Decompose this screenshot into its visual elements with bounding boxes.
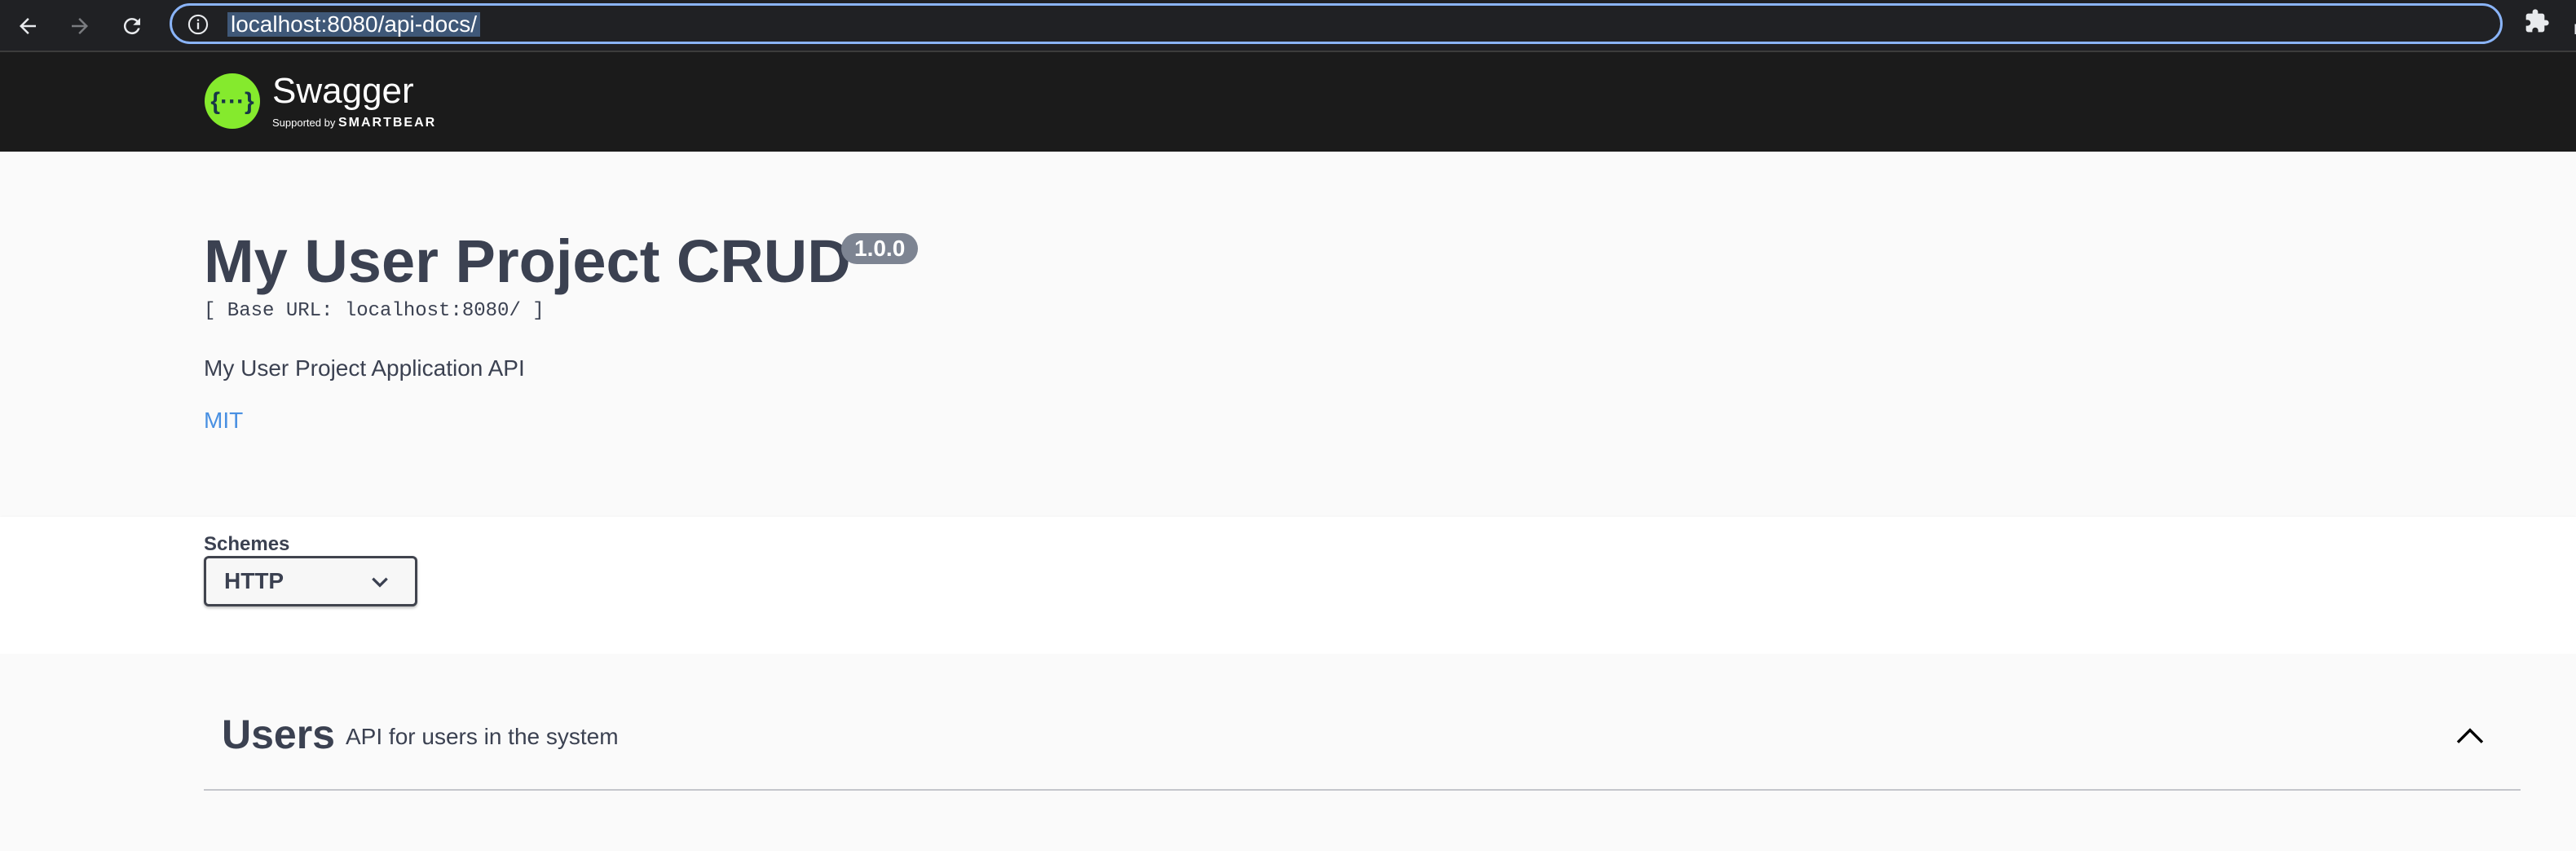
reload-button[interactable] <box>114 8 150 44</box>
schemes-select[interactable]: HTTP <box>204 556 417 606</box>
supported-prefix: Supported by <box>272 117 336 129</box>
tag-description: API for users in the system <box>346 724 619 749</box>
supported-brand: SMARTBEAR <box>337 116 437 130</box>
tag-name[interactable]: Users <box>222 711 335 758</box>
arrow-right-icon <box>72 18 88 34</box>
license-link[interactable]: MIT <box>204 408 243 434</box>
browser-toolbar: localhost:8080/api-docs/ <box>0 0 2576 52</box>
svg-text:{···}: {···} <box>210 88 254 115</box>
forward-button[interactable] <box>62 8 98 44</box>
tag-header-users[interactable]: Users API for users in the system <box>204 703 2521 791</box>
swagger-topbar: {···} Swagger Supported by SMARTBEAR <box>0 52 2576 152</box>
api-description: My User Project Application API <box>204 355 525 381</box>
swagger-logo[interactable]: {···} Swagger Supported by SMARTBEAR <box>204 68 434 134</box>
chevron-down-icon <box>372 577 388 588</box>
logo-swagger-text: Swagger <box>272 71 414 111</box>
share-icon[interactable] <box>2569 14 2576 38</box>
url-text[interactable]: localhost:8080/api-docs/ <box>227 12 480 37</box>
logo-wordmark: Swagger Supported by SMARTBEAR <box>272 68 436 130</box>
arrow-left-icon <box>20 18 36 34</box>
logo-supported-by: Supported by SMARTBEAR <box>272 116 436 130</box>
info-icon[interactable] <box>187 13 210 36</box>
api-info: My User Project CRUD 1.0.0 [ Base URL: l… <box>0 152 2576 517</box>
version-badge: 1.0.0 <box>841 233 919 264</box>
extensions-puzzle-icon[interactable] <box>2524 8 2550 34</box>
operations-tag-section: Users API for users in the system <box>0 654 2576 851</box>
swagger-logo-icon: {···} <box>205 73 260 129</box>
address-bar[interactable]: localhost:8080/api-docs/ <box>170 3 2576 44</box>
base-url: [ Base URL: localhost:8080/ ] <box>204 300 545 322</box>
page-title: My User Project CRUD <box>204 227 851 295</box>
reload-icon <box>123 18 140 35</box>
schemes-label: Schemes <box>204 533 290 555</box>
chevron-up-icon[interactable] <box>2454 721 2486 753</box>
schemes-selected-value: HTTP <box>224 568 285 593</box>
back-button[interactable] <box>10 8 46 44</box>
schemes-container: Schemes HTTP <box>0 517 2576 654</box>
